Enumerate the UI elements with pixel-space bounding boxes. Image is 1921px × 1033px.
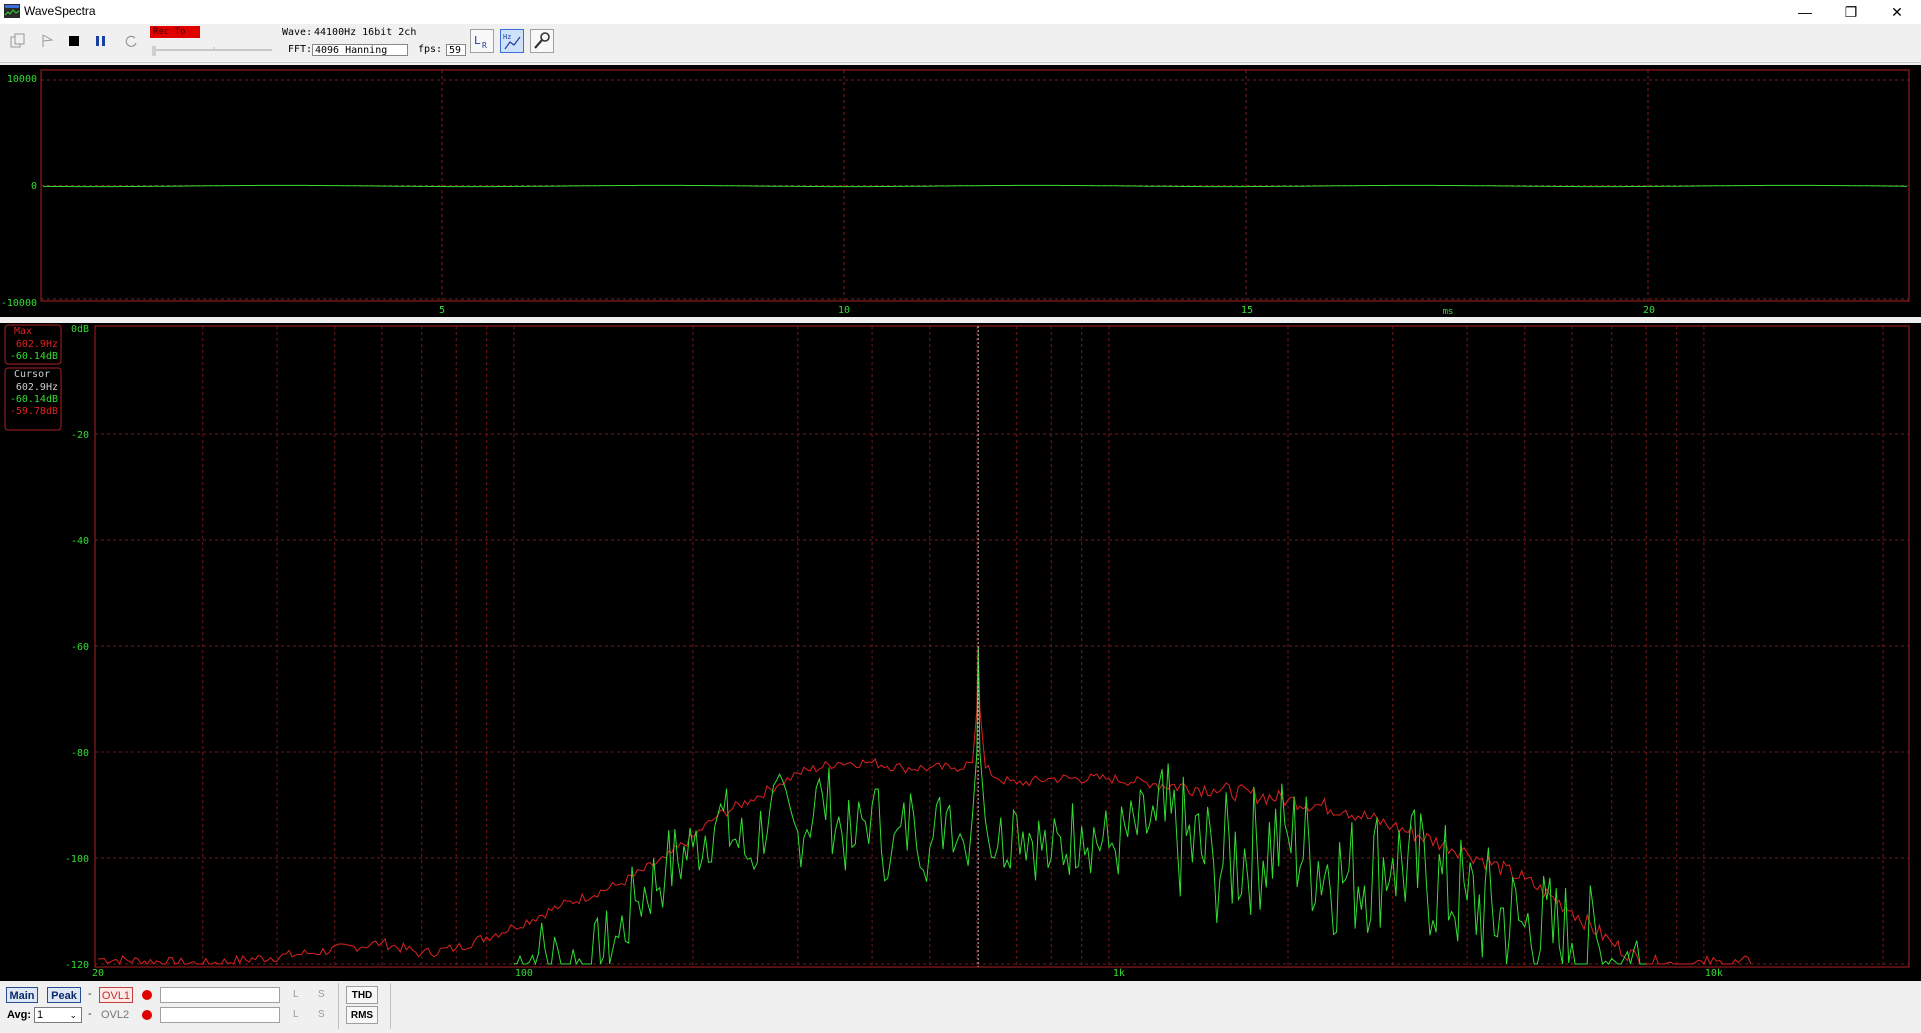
spectrum-x-tick: 20 [92, 968, 104, 979]
spectrum-y-tick: -20 [71, 430, 89, 441]
wave-x-tick-5: 5 [439, 305, 445, 316]
cursor-level-right: -59.78dB [10, 406, 58, 417]
stop-icon[interactable] [63, 30, 85, 52]
fps-value: 59 [446, 44, 466, 56]
pause-icon[interactable] [90, 30, 112, 52]
ovl2-name-field[interactable] [160, 1007, 280, 1023]
dash-separator-1: - [88, 988, 92, 1000]
spectrum-y-tick: -120 [65, 960, 89, 971]
spectrum-y-tick: -40 [71, 536, 89, 547]
ovl1-s-toggle[interactable]: S [318, 989, 325, 1000]
dash-separator-2: - [88, 1008, 92, 1020]
svg-text:Hz: Hz [503, 33, 511, 41]
svg-text:R: R [482, 41, 487, 50]
max-level: -60.14dB [10, 351, 58, 362]
ovl2-s-toggle[interactable]: S [318, 1009, 325, 1020]
minimize-button[interactable]: — [1782, 0, 1828, 24]
spectrum-x-tick: 100 [515, 968, 533, 979]
wave-format-value: 44100Hz 16bit 2ch [314, 27, 417, 38]
ovl1-l-toggle[interactable]: L [293, 989, 299, 1000]
thd-button[interactable]: THD [346, 986, 378, 1004]
ovl2-button[interactable]: OVL2 [101, 1009, 129, 1021]
settings-wrench-icon[interactable] [530, 29, 554, 53]
statusbar-divider-2 [390, 983, 391, 1029]
statusbar-divider [338, 983, 339, 1029]
toolbar: Rec To Wave: 44100Hz 16bit 2ch FFT: 4096… [0, 24, 1921, 63]
title-bar: WaveSpectra — ❐ ✕ [0, 0, 1921, 24]
waveform-panel: 10000 0 -10000 5 10 15 20 ms [0, 65, 1921, 317]
ovl1-record-icon[interactable] [142, 990, 152, 1000]
lr-channel-icon[interactable]: LR [470, 29, 494, 53]
peak-button[interactable]: Peak [47, 987, 81, 1003]
refresh-icon[interactable] [120, 30, 142, 52]
status-bar: Main Peak - OVL1 L S THD Avg: 1 ⌄ - OVL2… [0, 981, 1921, 1033]
ovl2-l-toggle[interactable]: L [293, 1009, 299, 1020]
window-title: WaveSpectra [24, 4, 96, 18]
max-info-box: Max 602.9Hz -60.14dB [4, 324, 62, 365]
cursor-level-left: -60.14dB [10, 394, 58, 405]
ovl1-button[interactable]: OVL1 [99, 987, 133, 1003]
wave-y-tick-top: 10000 [7, 74, 37, 85]
max-freq: 602.9Hz [16, 339, 58, 350]
close-button[interactable]: ✕ [1874, 0, 1920, 24]
cursor-title: Cursor [14, 369, 50, 380]
spectrum-y-tick: 0dB [71, 324, 89, 335]
wave-y-tick-zero: 0 [31, 181, 37, 192]
spectrum-x-tick: 10k [1705, 968, 1723, 979]
spectrum-y-tick: -80 [71, 748, 89, 759]
ovl1-name-field[interactable] [160, 987, 280, 1003]
avg-label: Avg: [7, 1009, 32, 1021]
wave-x-tick-20: 20 [1643, 305, 1655, 316]
wave-x-tick-15: 15 [1241, 305, 1253, 316]
hz-scale-icon[interactable]: Hz [500, 29, 524, 53]
ovl2-record-icon[interactable] [142, 1010, 152, 1020]
avg-select-value: 1 [37, 1009, 44, 1021]
fft-setting-value[interactable]: 4096 Hanning [312, 44, 408, 56]
fft-label: FFT: [288, 44, 313, 55]
spectrum-y-tick: -60 [71, 642, 89, 653]
cursor-freq: 602.9Hz [16, 382, 58, 393]
max-title: Max [14, 326, 32, 337]
wave-label: Wave: [282, 27, 313, 38]
copy-icon[interactable] [7, 30, 29, 52]
play-icon[interactable] [36, 30, 58, 52]
rms-button[interactable]: RMS [346, 1006, 378, 1024]
app-icon [4, 4, 20, 18]
main-button[interactable]: Main [6, 987, 38, 1003]
right-channel-trace [97, 645, 1752, 966]
rec-level-slider[interactable] [150, 38, 274, 56]
svg-text:L: L [474, 34, 481, 47]
wave-x-unit: ms [1443, 307, 1454, 317]
avg-select[interactable]: 1 ⌄ [34, 1007, 82, 1023]
restore-button[interactable]: ❐ [1828, 0, 1874, 24]
fps-label: fps: [418, 44, 443, 55]
spectrum-panel: 0dB -20 -40 -60 -80 -100 -120 20 100 1k 10k Max 6… [0, 323, 1921, 981]
left-channel-trace [513, 645, 1647, 966]
spectrum-x-tick: 1k [1113, 968, 1125, 979]
wave-x-tick-10: 10 [838, 305, 850, 316]
cursor-info-box: Cursor 602.9Hz -60.14dB -59.78dB [4, 367, 62, 431]
rec-to-indicator[interactable]: Rec To [150, 26, 200, 38]
wave-y-tick-bottom: -10000 [1, 298, 37, 309]
spectrum-y-tick: -100 [65, 854, 89, 865]
chevron-down-icon: ⌄ [69, 1010, 77, 1020]
